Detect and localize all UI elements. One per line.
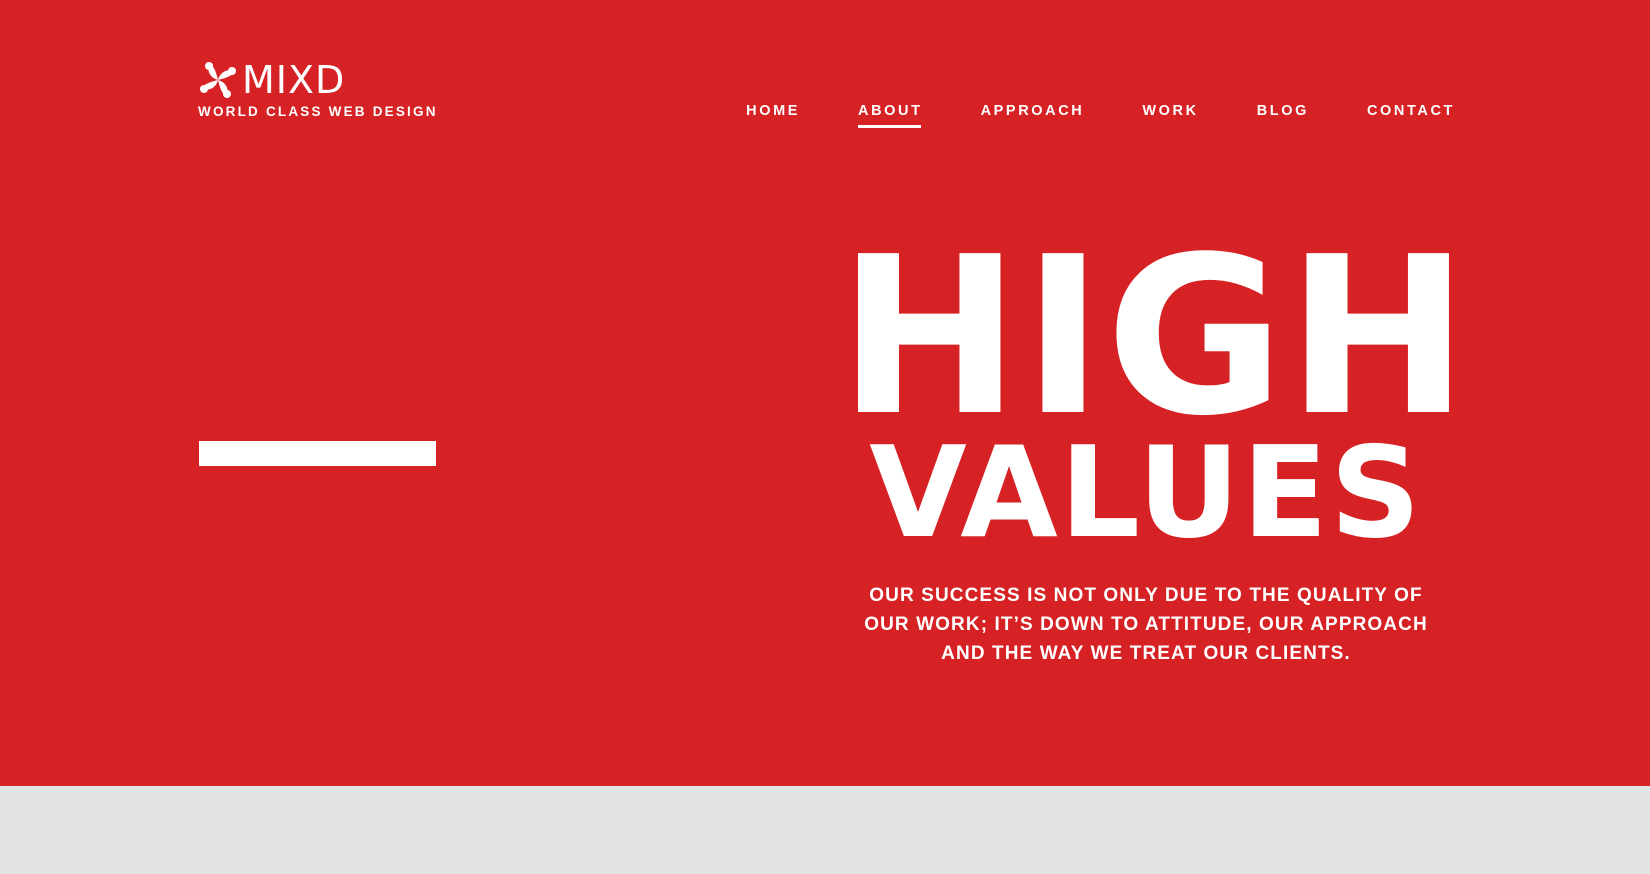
nav-item-approach[interactable]: APPROACH [981, 103, 1085, 119]
logo[interactable]: MIXD [198, 58, 458, 102]
main-nav: HOME ABOUT APPROACH WORK BLOG CONTACT [688, 103, 1455, 128]
page: MIXD WORLD CLASS WEB DESIGN HOME ABOUT A… [0, 0, 1650, 874]
hero-headline: HIGH VALUES [838, 229, 1469, 567]
nav-item-home[interactable]: HOME [746, 103, 800, 119]
nav-item-about[interactable]: ABOUT [858, 103, 923, 128]
brand[interactable]: MIXD WORLD CLASS WEB DESIGN [198, 58, 458, 119]
hero-section: MIXD WORLD CLASS WEB DESIGN HOME ABOUT A… [0, 0, 1650, 786]
brand-tagline: WORLD CLASS WEB DESIGN [198, 104, 438, 119]
pinwheel-icon [200, 62, 236, 98]
hero-lede: OUR SUCCESS IS NOT ONLY DUE TO THE QUALI… [864, 585, 1428, 664]
nav-item-work[interactable]: WORK [1142, 103, 1198, 119]
nav-item-blog[interactable]: BLOG [1257, 103, 1309, 119]
headline-line-1: HIGH [838, 211, 1471, 465]
nav-item-contact[interactable]: CONTACT [1367, 103, 1455, 119]
headline-line-2: VALUES [869, 419, 1423, 567]
decorative-dash [199, 441, 436, 466]
logo-wordmark: MIXD [242, 58, 346, 102]
